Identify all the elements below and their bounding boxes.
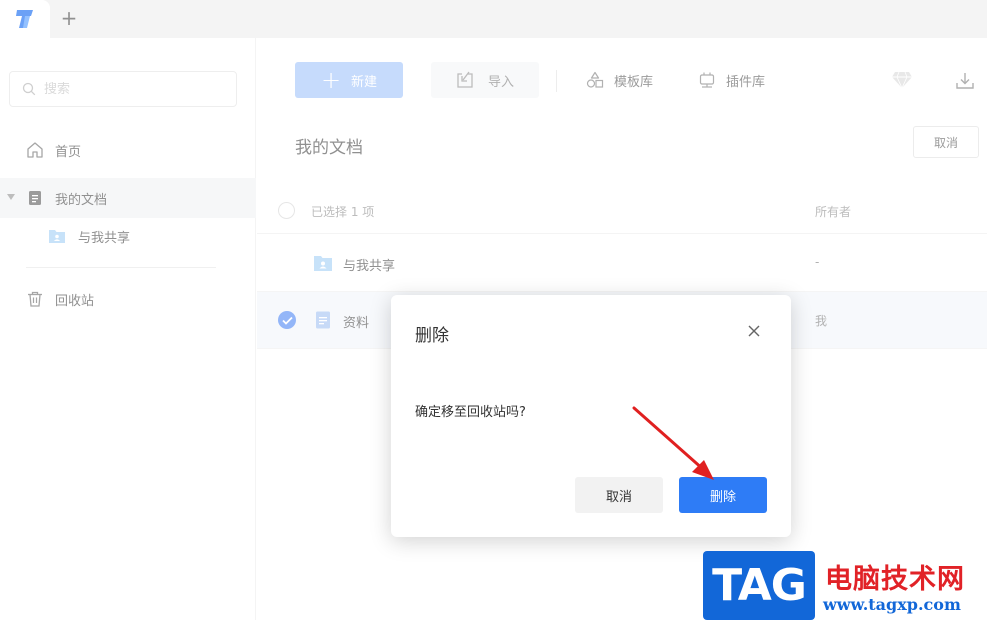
close-icon[interactable] (747, 324, 761, 338)
dialog-message: 确定移至回收站吗? (415, 405, 526, 420)
watermark: TAG 电脑技术网 www.tagxp.com (703, 551, 987, 620)
watermark-site-name: 电脑技术网 (825, 564, 965, 595)
dialog-title: 删除 (415, 326, 449, 346)
annotation-arrow-icon (632, 406, 714, 480)
delete-dialog: 删除 确定移至回收站吗? 取消 删除 (391, 295, 791, 537)
watermark-url: www.tagxp.com (823, 595, 961, 614)
watermark-logo: TAG (703, 551, 815, 620)
